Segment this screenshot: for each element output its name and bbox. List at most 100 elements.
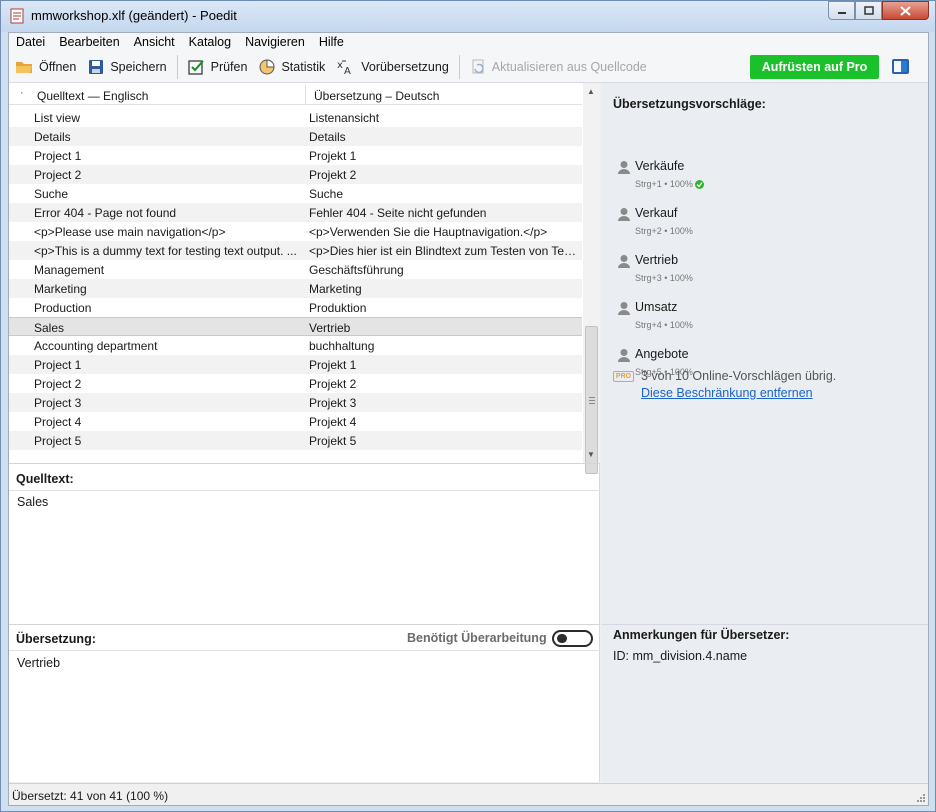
suggestion-meta: Strg+3 • 100% (635, 273, 693, 283)
validate-button[interactable]: Prüfen (182, 54, 254, 80)
menu-datei[interactable]: Datei (9, 33, 52, 52)
menu-bar: Datei Bearbeiten Ansicht Katalog Navigie… (9, 33, 928, 52)
pretranslate-label: Vorübersetzung (361, 60, 449, 74)
row-translation: Projekt 1 (309, 149, 357, 163)
row-translation: Fehler 404 - Seite nicht gefunden (309, 206, 487, 220)
minimize-icon (837, 11, 846, 14)
list-row[interactable]: Management Geschäftsführung (9, 260, 582, 279)
toolbar-separator (176, 55, 178, 79)
menu-bearbeiten[interactable]: Bearbeiten (52, 33, 126, 52)
resize-grip-icon[interactable] (916, 793, 926, 803)
list-row[interactable]: <p>This is a dummy text for testing text… (9, 241, 582, 260)
window-title: mmworkshop.xlf (geändert) - Poedit (31, 8, 237, 23)
row-source: Project 4 (34, 415, 82, 429)
suggestion-item[interactable]: Umsatz Strg+4 • 100% (613, 298, 913, 342)
maximize-button[interactable] (855, 1, 882, 20)
list-row[interactable]: Marketing Marketing (9, 279, 582, 298)
close-button[interactable] (882, 1, 929, 20)
user-icon (618, 255, 630, 268)
validate-label: Prüfen (210, 60, 248, 74)
suggestion-text: Verkauf (635, 206, 678, 220)
sidebar: Übersetzungsvorschläge: Verkäufe Strg+1 … (601, 83, 928, 782)
toolbar: Öffnen Speichern Prüfen Statistik x A Vo… (9, 52, 928, 83)
pane-divider[interactable] (9, 624, 600, 625)
list-row-selected[interactable]: Sales Vertrieb (9, 317, 582, 336)
menu-navigieren[interactable]: Navigieren (238, 33, 312, 52)
sidebar-toggle-icon[interactable] (892, 59, 909, 74)
online-suggestions-limit: 3 von 10 Online-Vorschlägen übrig. (641, 369, 837, 383)
list-row[interactable]: <p>Please use main navigation</p> <p>Verw… (9, 222, 582, 241)
row-translation: Projekt 2 (309, 377, 357, 391)
toggle-knob (557, 634, 567, 643)
pane-divider[interactable] (9, 463, 600, 464)
suggestion-item[interactable]: Vertrieb Strg+3 • 100% (613, 251, 913, 295)
client-area: Datei Bearbeiten Ansicht Katalog Navigie… (8, 32, 929, 806)
list-row[interactable]: Project 2 Projekt 2 (9, 374, 582, 393)
row-source: Management (34, 263, 105, 277)
user-icon (618, 208, 630, 221)
list-row[interactable]: Project 3 Projekt 3 (9, 393, 582, 412)
update-from-source-button[interactable]: Aktualisieren aus Quellcode (464, 54, 653, 80)
row-translation: Projekt 1 (309, 358, 357, 372)
poedit-app-icon (10, 8, 24, 24)
divider (9, 490, 600, 491)
divider (9, 650, 600, 651)
suggestion-item[interactable]: Verkauf Strg+2 • 100% (613, 204, 913, 248)
pro-badge: PRO (613, 371, 634, 382)
suggestion-text: Umsatz (635, 300, 678, 314)
list-row[interactable]: List view Listenansicht (9, 108, 582, 127)
update-source-icon (472, 59, 484, 74)
translator-notes-id: ID: mm_division.4.name (613, 649, 748, 663)
list-row[interactable]: Error 404 - Page not found Fehler 404 - S… (9, 203, 582, 222)
close-icon (900, 5, 911, 16)
source-column-header[interactable]: Quelltext — Englisch (37, 89, 148, 103)
scroll-down-icon[interactable]: ▼ (587, 450, 595, 459)
row-translation: Projekt 3 (309, 396, 357, 410)
row-source: Sales (34, 321, 65, 335)
list-row[interactable]: Production Produktion (9, 298, 582, 317)
list-row[interactable]: Project 4 Projekt 4 (9, 412, 582, 431)
suggestion-item[interactable]: Verkäufe Strg+1 • 100% (613, 157, 913, 201)
translation-column-header[interactable]: Übersetzung – Deutsch (314, 89, 439, 103)
column-divider[interactable] (305, 85, 306, 105)
list-scrollbar[interactable]: ▲ ▼ (583, 83, 600, 474)
open-button[interactable]: Öffnen (9, 54, 82, 80)
needs-review-toggle[interactable] (552, 630, 593, 647)
upgrade-to-pro-button[interactable]: Aufrüsten auf Pro (750, 55, 879, 79)
menu-hilfe[interactable]: Hilfe (312, 33, 351, 52)
status-column-header[interactable]: · (20, 87, 24, 99)
remove-limit-link[interactable]: Diese Beschränkung entfernen (641, 386, 813, 400)
row-source: Production (34, 301, 92, 315)
pretranslate-button[interactable]: x A Vorübersetzung (331, 54, 455, 80)
title-bar[interactable]: mmworkshop.xlf (geändert) - Poedit (1, 1, 935, 32)
statistics-button[interactable]: Statistik (253, 54, 331, 80)
row-source: Error 404 - Page not found (34, 206, 177, 220)
divider (601, 624, 928, 625)
scroll-up-icon[interactable]: ▲ (587, 87, 595, 96)
save-button[interactable]: Speichern (82, 54, 172, 80)
update-from-source-label: Aktualisieren aus Quellcode (491, 60, 647, 74)
list-row[interactable]: Project 1 Projekt 1 (9, 146, 582, 165)
translation-text-input[interactable]: Vertrieb (17, 656, 60, 670)
row-source: Marketing (34, 282, 87, 296)
row-translation: Produktion (309, 301, 367, 315)
list-row[interactable]: Project 1 Projekt 1 (9, 355, 582, 374)
app-window: mmworkshop.xlf (geändert) - Poedit Datei… (0, 0, 936, 812)
menu-katalog[interactable]: Katalog (182, 33, 238, 52)
menu-ansicht[interactable]: Ansicht (127, 33, 182, 52)
row-translation: <p>Verwenden Sie die Hauptnavigation.</p… (309, 225, 548, 239)
list-row[interactable]: Project 2 Projekt 2 (9, 165, 582, 184)
list-row[interactable]: Details Details (9, 127, 582, 146)
source-text: Sales (17, 495, 49, 509)
list-row[interactable]: Accounting department buchhaltung (9, 336, 582, 355)
row-translation: Projekt 2 (309, 168, 357, 182)
list-row[interactable]: Suche Suche (9, 184, 582, 203)
suggestion-meta: Strg+1 • 100% (635, 179, 704, 189)
suggestion-meta: Strg+4 • 100% (635, 320, 693, 330)
floppy-disk-icon (89, 60, 104, 74)
save-label: Speichern (110, 60, 167, 74)
svg-text:A: A (344, 66, 351, 75)
minimize-button[interactable] (828, 1, 855, 20)
list-row[interactable]: Project 5 Projekt 5 (9, 431, 582, 450)
svg-text:x: x (337, 60, 343, 71)
